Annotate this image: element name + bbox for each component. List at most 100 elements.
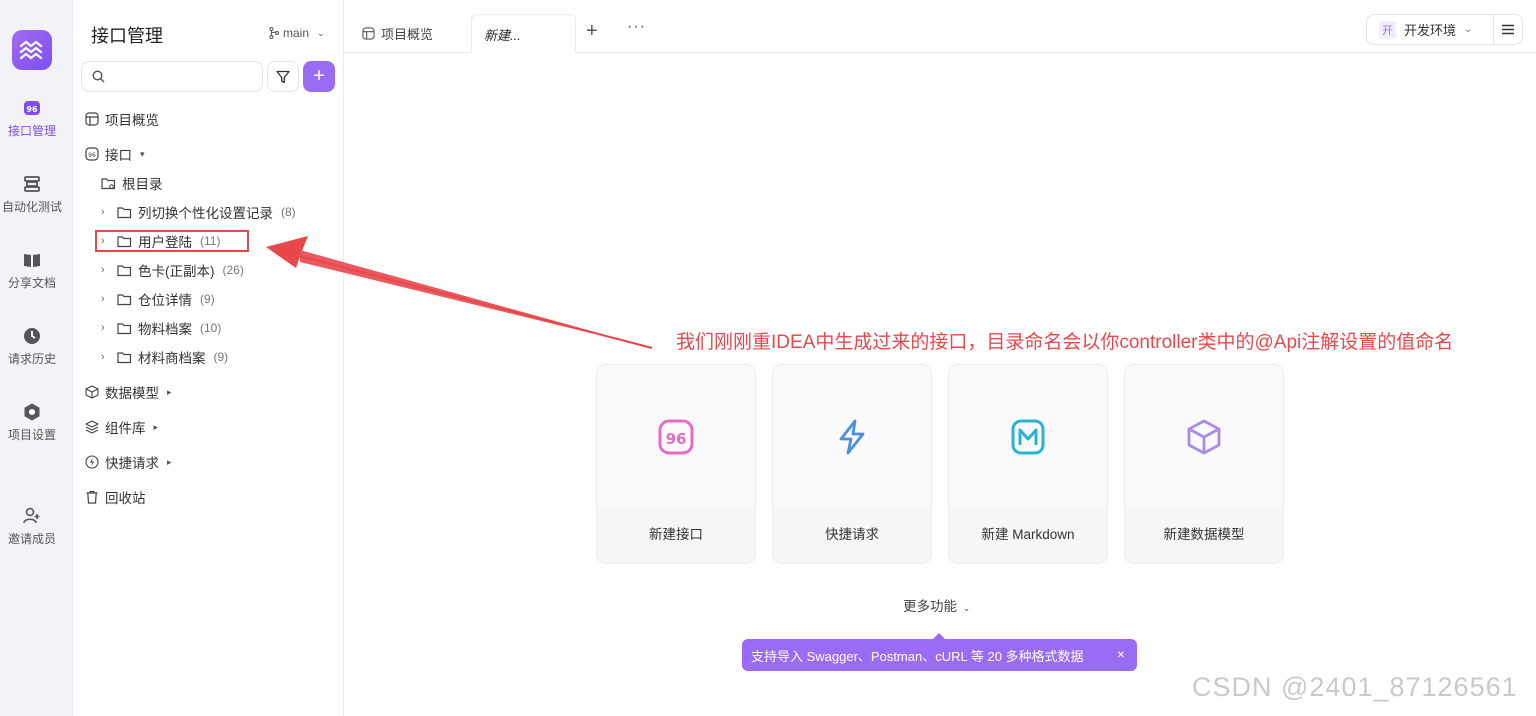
folder-icon <box>117 206 132 218</box>
search-icon <box>92 70 105 83</box>
markdown-icon <box>1011 419 1045 454</box>
folder-item[interactable]: › 材料商档案 (9) <box>101 346 228 368</box>
tree-label: 回收站 <box>105 491 146 506</box>
branch-icon <box>269 27 279 39</box>
trash-icon <box>86 490 98 504</box>
sidebar: 接口管理 main ⌄ + 项目概览 96 接口 ▾ 根目录 › 列切换个性化设… <box>73 0 344 716</box>
caret-right-icon: ▸ <box>167 386 172 397</box>
rail-item-api[interactable]: 96 接口管理 <box>0 98 64 139</box>
folder-name: 列切换个性化设置记录 <box>138 206 273 221</box>
folder-icon <box>117 264 132 276</box>
search-input[interactable] <box>81 61 263 92</box>
settings-icon <box>24 403 40 421</box>
rail-label: 自动化测试 <box>1 200 62 214</box>
plus-icon: + <box>586 20 598 42</box>
clock-icon <box>24 328 40 344</box>
lightning-icon <box>839 419 865 454</box>
tree-label: 组件库 <box>105 421 146 436</box>
tree-item-recycle-bin[interactable]: 回收站 <box>85 486 146 508</box>
app-logo[interactable] <box>12 30 52 70</box>
filter-button[interactable] <box>267 61 299 92</box>
environment-selector[interactable]: 开 开发环境 ⌄ <box>1366 14 1494 45</box>
plus-icon: + <box>313 65 325 87</box>
caret-down-icon: ▾ <box>140 148 145 159</box>
folder-name: 物料档案 <box>138 322 192 337</box>
cube-icon <box>1187 419 1221 454</box>
tab-project-overview[interactable]: 项目概览 <box>362 14 433 53</box>
import-tooltip: 支持导入 Swagger、Postman、cURL 等 20 多种格式数据 × <box>742 633 1137 671</box>
folder-count: (26) <box>222 263 244 277</box>
filter-icon <box>276 70 290 83</box>
tree-item-data-models[interactable]: 数据模型 ▸ <box>85 381 172 403</box>
watermark: CSDN @2401_87126561 <box>1192 672 1518 702</box>
lightning-icon <box>85 455 99 469</box>
rail-item-history[interactable]: 请求历史 <box>0 326 64 367</box>
chevron-right-icon: › <box>101 206 105 218</box>
tree-label: 接口 <box>105 148 132 163</box>
chevron-right-icon: › <box>101 322 105 334</box>
logo-icon <box>19 40 43 60</box>
rail-item-invite[interactable]: 邀请成员 <box>0 506 64 547</box>
add-button[interactable]: + <box>303 61 335 92</box>
svg-text:96: 96 <box>666 430 687 448</box>
more-tabs-button[interactable]: ··· <box>627 18 646 36</box>
tab-new[interactable]: 新建... <box>471 14 576 53</box>
quick-request-card[interactable]: 快捷请求 <box>772 364 932 564</box>
api-icon: 96 <box>658 419 694 454</box>
folder-name: 色卡(正副本) <box>138 264 215 279</box>
more-icon: ··· <box>627 18 646 35</box>
folder-icon <box>117 322 132 334</box>
folder-name: 材料商档案 <box>138 351 206 366</box>
overview-icon <box>85 112 99 126</box>
chevron-down-icon: ⌄ <box>317 27 325 38</box>
branch-selector[interactable]: main ⌄ <box>269 26 325 40</box>
tree-label: 根目录 <box>122 177 163 192</box>
folder-count: (9) <box>213 350 229 364</box>
branch-label: main <box>283 26 310 40</box>
new-markdown-card[interactable]: 新建 Markdown <box>948 364 1108 564</box>
tooltip-text: 支持导入 Swagger、Postman、cURL 等 20 多种格式数据 <box>751 648 1084 664</box>
env-label: 开发环境 <box>1404 23 1457 38</box>
menu-button[interactable] <box>1493 14 1523 45</box>
folder-item[interactable]: › 仓位详情 (9) <box>101 288 215 310</box>
folder-item[interactable]: › 物料档案 (10) <box>101 317 221 339</box>
new-api-card[interactable]: 96 新建接口 <box>596 364 756 564</box>
svg-text:96: 96 <box>26 105 38 114</box>
chevron-down-icon: ⌄ <box>962 603 971 613</box>
add-user-icon <box>23 507 40 524</box>
folder-item[interactable]: › 列切换个性化设置记录 (8) <box>101 201 296 223</box>
tree-item-overview[interactable]: 项目概览 <box>85 108 159 130</box>
tree-item-api[interactable]: 96 接口 ▾ <box>85 143 145 165</box>
chevron-right-icon: › <box>101 264 105 276</box>
layers-icon <box>85 420 99 434</box>
more-features-button[interactable]: 更多功能 ⌄ <box>903 595 970 615</box>
rail-label: 接口管理 <box>7 124 56 138</box>
rail-item-automation[interactable]: 自动化测试 <box>0 174 64 215</box>
rail-item-settings[interactable]: 项目设置 <box>0 402 64 443</box>
tab-label: 项目概览 <box>381 27 434 42</box>
folder-count: (10) <box>200 321 222 335</box>
close-icon[interactable]: × <box>1117 646 1125 662</box>
new-tab-button[interactable]: + <box>586 20 598 43</box>
caret-right-icon: ▸ <box>153 421 159 432</box>
highlight-box <box>95 230 249 252</box>
tree-item-root[interactable]: 根目录 <box>101 172 163 194</box>
rail-label: 项目设置 <box>7 428 56 442</box>
automation-icon <box>24 176 40 192</box>
tree-item-quick-requests[interactable]: 快捷请求 ▸ <box>85 451 172 473</box>
cube-icon <box>85 385 99 399</box>
env-badge: 开 <box>1379 20 1396 39</box>
tree-item-components[interactable]: 组件库 ▸ <box>85 416 158 438</box>
chevron-right-icon: › <box>101 293 105 305</box>
api-icon: 96 <box>24 101 40 115</box>
folder-name: 仓位详情 <box>138 293 192 308</box>
folder-icon <box>117 351 132 363</box>
folder-item[interactable]: › 色卡(正副本) (26) <box>101 259 244 281</box>
new-data-model-card[interactable]: 新建数据模型 <box>1124 364 1284 564</box>
overview-icon <box>362 27 375 40</box>
tab-label: 新建... <box>484 27 521 43</box>
rail-item-docs[interactable]: 分享文档 <box>0 250 64 291</box>
sidebar-title: 接口管理 <box>91 26 163 46</box>
card-label: 新建接口 <box>649 527 703 542</box>
card-label: 快捷请求 <box>825 527 879 542</box>
